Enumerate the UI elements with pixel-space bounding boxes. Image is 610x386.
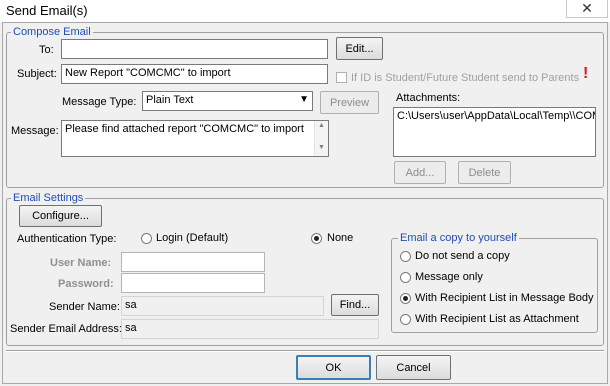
password-label: Password: <box>58 278 114 290</box>
delete-attachment-button[interactable]: Delete <box>458 161 511 184</box>
copy-list-body-radio[interactable] <box>400 293 411 304</box>
subject-field[interactable]: New Report "COMCMC" to import <box>61 64 328 84</box>
student-parents-checkbox[interactable] <box>336 72 347 83</box>
auth-type-label: Authentication Type: <box>17 233 117 245</box>
sender-email-label: Sender Email Address: <box>10 323 122 335</box>
radio-dot <box>403 296 408 301</box>
sender-name-field[interactable]: sa <box>121 296 324 316</box>
auth-none-label: None <box>327 232 354 244</box>
password-field[interactable] <box>121 273 265 293</box>
scroll-down-icon[interactable]: ▼ <box>315 143 328 153</box>
compose-email-legend: Compose Email <box>11 26 93 38</box>
email-settings-legend: Email Settings <box>11 192 86 204</box>
cancel-button[interactable]: Cancel <box>376 355 451 380</box>
message-type-select[interactable]: Plain Text ▼ <box>142 91 313 111</box>
window-title: Send Email(s) <box>6 3 88 18</box>
copy-none-radio[interactable] <box>400 251 411 262</box>
to-label: To: <box>39 44 54 56</box>
attachments-list[interactable]: C:\Users\user\AppData\Local\Temp\\COM <box>393 107 596 157</box>
attachments-label: Attachments: <box>396 92 461 104</box>
to-field[interactable] <box>61 39 328 59</box>
attachment-item[interactable]: C:\Users\user\AppData\Local\Temp\\COM <box>397 110 595 122</box>
sender-email-field[interactable]: sa <box>121 319 379 339</box>
copy-list-attachment-radio[interactable] <box>400 314 411 325</box>
footer-divider <box>6 350 604 352</box>
radio-dot <box>314 236 319 241</box>
preview-button[interactable]: Preview <box>320 91 379 114</box>
auth-none-radio[interactable] <box>311 233 322 244</box>
warning-icon: ! <box>583 65 589 82</box>
copy-message-only-label: Message only <box>415 271 483 283</box>
copy-none-label: Do not send a copy <box>415 250 510 262</box>
copy-yourself-legend: Email a copy to yourself <box>398 232 519 244</box>
close-button[interactable]: ✕ <box>566 0 608 18</box>
message-field[interactable]: Please find attached report "COMCMC" to … <box>61 120 329 157</box>
message-type-label: Message Type: <box>62 96 137 108</box>
copy-message-only-radio[interactable] <box>400 272 411 283</box>
user-name-field[interactable] <box>121 252 265 272</box>
close-icon: ✕ <box>581 0 593 16</box>
find-sender-button[interactable]: Find... <box>331 294 379 316</box>
copy-list-attachment-label: With Recipient List as Attachment <box>415 313 579 325</box>
copy-list-body-label: With Recipient List in Message Body <box>415 292 594 304</box>
scroll-up-icon[interactable]: ▲ <box>315 121 328 131</box>
student-parents-label: If ID is Student/Future Student send to … <box>351 72 580 84</box>
ok-button[interactable]: OK <box>296 355 371 380</box>
chevron-down-icon: ▼ <box>299 94 309 105</box>
message-label: Message: <box>11 125 59 137</box>
add-attachment-button[interactable]: Add... <box>394 161 446 184</box>
auth-login-radio[interactable] <box>141 233 152 244</box>
message-scrollbar[interactable]: ▲ ▼ <box>314 121 328 156</box>
sender-name-label: Sender Name: <box>49 301 120 313</box>
auth-login-label: Login (Default) <box>156 232 229 244</box>
configure-button[interactable]: Configure... <box>19 205 102 227</box>
subject-label: Subject: <box>17 68 57 80</box>
edit-to-button[interactable]: Edit... <box>336 37 383 60</box>
user-name-label: User Name: <box>50 257 112 269</box>
title-bar <box>0 0 610 22</box>
